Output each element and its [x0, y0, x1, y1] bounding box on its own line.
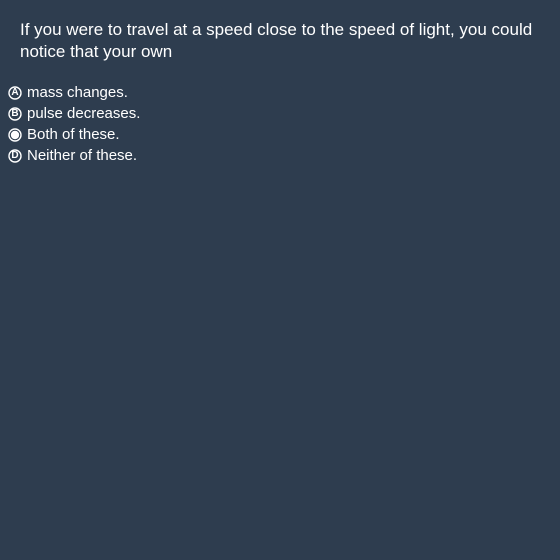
question-text: If you were to travel at a speed close t…	[20, 20, 533, 61]
option-letter: D	[11, 149, 19, 161]
option-letter: B	[11, 107, 19, 119]
radio-icon[interactable]: B	[8, 106, 22, 121]
option-label: Neither of these.	[27, 147, 138, 164]
radio-selected-icon[interactable]: C	[8, 127, 22, 142]
option-label: Both of these.	[27, 126, 120, 143]
radio-icon[interactable]: A	[8, 85, 22, 100]
option-label: pulse decreases.	[27, 105, 141, 122]
radio-icon[interactable]: D	[8, 148, 22, 163]
option-letter: A	[11, 86, 19, 98]
option-d[interactable]: D Neither of these.	[8, 145, 140, 166]
option-label: mass changes.	[27, 84, 128, 101]
option-b[interactable]: B pulse decreases.	[8, 103, 140, 124]
answer-options: A mass changes. B pulse decreases. C Bot…	[8, 82, 140, 166]
option-a[interactable]: A mass changes.	[8, 82, 140, 103]
option-c[interactable]: C Both of these.	[8, 124, 140, 145]
